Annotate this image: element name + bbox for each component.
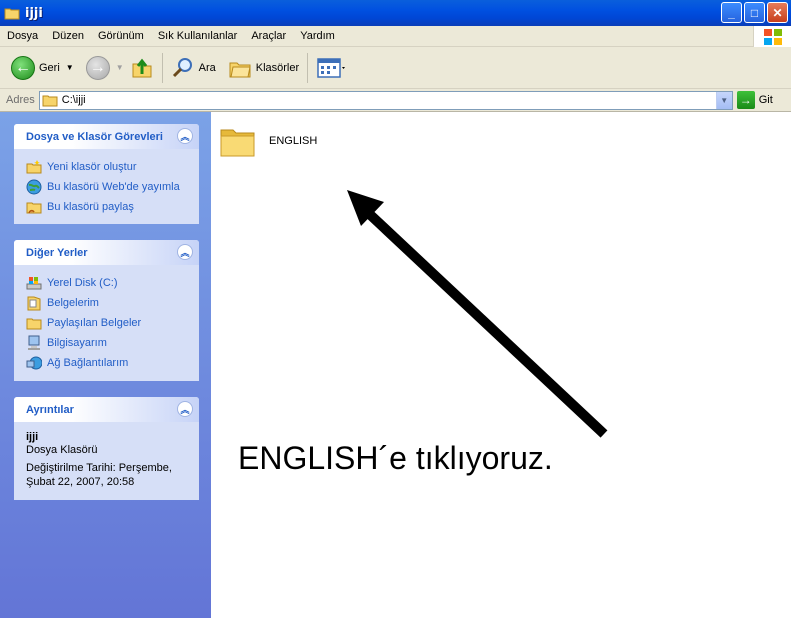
other-places-panel: Diğer Yerler ︽ Yerel Disk (C:) Belgeleri… [14, 240, 199, 381]
go-button[interactable]: → Git [736, 91, 773, 109]
task-label: Bu klasörü Web'de yayımla [47, 181, 180, 193]
place-my-computer[interactable]: Bilgisayarım [26, 333, 187, 353]
back-button[interactable]: ← Geri ▼ [8, 51, 77, 85]
folder-icon [4, 8, 20, 20]
task-label: Yeni klasör oluştur [47, 161, 137, 173]
go-arrow-icon: → [736, 91, 755, 109]
folder-content-area: ENGLISH ENGLISH´e tıklıyoruz. [211, 112, 791, 618]
collapse-icon[interactable]: ︽ [177, 244, 193, 260]
network-icon [26, 356, 42, 370]
folder-icon [42, 95, 58, 107]
place-label: Paylaşılan Belgeler [47, 317, 142, 329]
share-folder-icon [26, 202, 42, 214]
maximize-button[interactable]: □ [744, 2, 765, 23]
shared-documents-icon [26, 318, 42, 330]
place-shared-documents[interactable]: Paylaşılan Belgeler [26, 313, 187, 333]
panel-title: Diğer Yerler [26, 246, 88, 259]
views-icon [317, 57, 346, 78]
panel-title: Dosya ve Klasör Görevleri [26, 130, 163, 143]
panel-header[interactable]: Ayrıntılar ︽ [14, 397, 199, 422]
folders-button[interactable]: Klasörler [225, 51, 302, 85]
new-folder-icon [26, 160, 42, 174]
back-arrow-icon: ← [11, 55, 35, 80]
local-disk-icon [26, 277, 42, 290]
details-name: ijji [26, 431, 39, 443]
maximize-icon: □ [750, 5, 759, 20]
task-publish-web[interactable]: Bu klasörü Web'de yayımla [26, 177, 187, 197]
menu-help[interactable]: Yardım [293, 30, 342, 42]
address-dropdown-icon[interactable]: ▼ [715, 91, 732, 109]
close-button[interactable]: ✕ [767, 2, 788, 23]
task-pane: Dosya ve Klasör Görevleri ︽ Yeni klasör … [0, 112, 211, 618]
web-publish-icon [26, 179, 42, 195]
place-label: Bilgisayarım [47, 337, 107, 349]
place-network[interactable]: Ağ Bağlantılarım [26, 353, 187, 373]
task-share-folder[interactable]: Bu klasörü paylaş [26, 197, 187, 217]
menu-tools[interactable]: Araçlar [244, 30, 293, 42]
views-button[interactable] [313, 51, 349, 85]
task-label: Bu klasörü paylaş [47, 201, 134, 213]
panel-title: Ayrıntılar [26, 403, 74, 416]
menu-edit[interactable]: Düzen [45, 30, 91, 42]
details-type: Dosya Klasörü [26, 444, 98, 456]
menu-favorites[interactable]: Sık Kullanılanlar [151, 30, 245, 42]
menu-bar: Dosya Düzen Görünüm Sık Kullanılanlar Ar… [0, 26, 791, 47]
task-new-folder[interactable]: Yeni klasör oluştur [26, 157, 187, 177]
file-folder-tasks-panel: Dosya ve Klasör Görevleri ︽ Yeni klasör … [14, 124, 199, 224]
address-value: C:\ijji [61, 94, 86, 106]
address-bar: Adres C:\ijji ▼ → Git [0, 89, 791, 112]
folders-icon [229, 62, 251, 77]
details-panel: Ayrıntılar ︽ ijji Dosya Klasörü Değiştir… [14, 397, 199, 500]
windows-logo-icon [753, 26, 791, 47]
toolbar-separator [307, 52, 309, 83]
panel-header[interactable]: Dosya ve Klasör Görevleri ︽ [14, 124, 199, 149]
place-label: Yerel Disk (C:) [47, 277, 118, 289]
menu-view[interactable]: Görünüm [91, 30, 151, 42]
address-label: Adres [6, 94, 35, 106]
forward-dropdown-icon[interactable]: ▼ [116, 63, 124, 72]
go-label: Git [758, 94, 773, 106]
annotation-arrow [347, 190, 608, 438]
up-folder-button[interactable] [127, 51, 157, 85]
forward-arrow-icon: → [85, 55, 110, 80]
place-local-disk[interactable]: Yerel Disk (C:) [26, 273, 187, 293]
forward-button[interactable]: → ▼ [83, 51, 127, 85]
minimize-icon: _ [728, 5, 735, 20]
back-dropdown-icon[interactable]: ▼ [66, 63, 74, 72]
close-icon: ✕ [772, 5, 783, 20]
menu-file[interactable]: Dosya [0, 30, 45, 42]
back-label: Geri [39, 61, 60, 74]
minimize-button[interactable]: _ [721, 2, 742, 23]
collapse-icon[interactable]: ︽ [177, 401, 193, 417]
place-my-documents[interactable]: Belgelerim [26, 293, 187, 313]
folders-label: Klasörler [255, 61, 300, 74]
toolbar-separator [161, 52, 163, 83]
my-computer-icon [28, 335, 40, 350]
address-input[interactable]: C:\ijji ▼ [38, 90, 733, 110]
search-icon [172, 57, 192, 77]
place-label: Belgelerim [47, 297, 99, 309]
search-button[interactable]: Ara [168, 51, 219, 85]
up-folder-icon [132, 58, 152, 77]
place-label: Ağ Bağlantılarım [47, 357, 129, 369]
my-documents-icon [27, 296, 41, 311]
title-bar: ijji _ □ ✕ [0, 0, 791, 26]
panel-header[interactable]: Diğer Yerler ︽ [14, 240, 199, 265]
toolbar: ← Geri ▼ → ▼ Ara Klasörler [0, 47, 791, 89]
annotation-text: ENGLISH´e tıklıyoruz. [238, 440, 553, 476]
window-title: ijji [25, 5, 43, 21]
details-modified-1: Değiştirilme Tarihi: Perşembe, [26, 462, 172, 474]
collapse-icon[interactable]: ︽ [177, 128, 193, 144]
details-modified-2: Şubat 22, 2007, 20:58 [26, 476, 135, 488]
search-label: Ara [198, 61, 216, 74]
